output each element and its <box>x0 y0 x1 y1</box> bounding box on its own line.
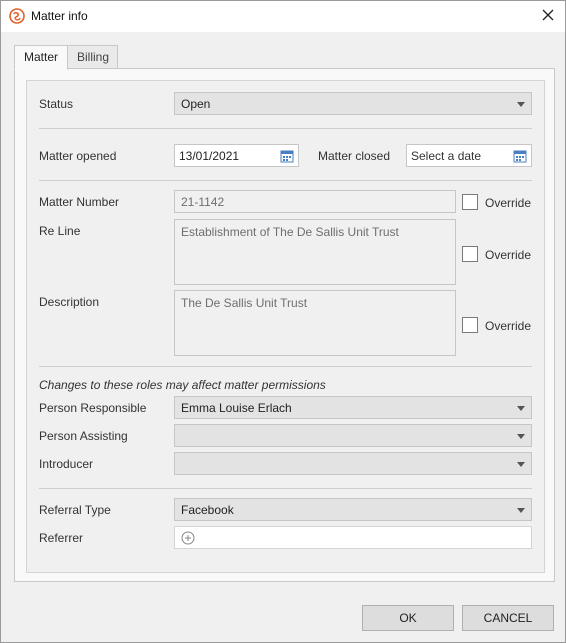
matter-number-label: Matter Number <box>39 195 120 209</box>
re-line-override-checkbox[interactable] <box>462 246 478 262</box>
referral-type-select[interactable]: Facebook <box>174 498 532 521</box>
divider <box>39 366 532 367</box>
referrer-field[interactable] <box>174 526 532 549</box>
divider <box>39 488 532 489</box>
person-assisting-label: Person Assisting <box>39 429 128 443</box>
re-line-value: Establishment of The De Sallis Unit Trus… <box>181 225 399 239</box>
calendar-icon[interactable] <box>513 149 527 163</box>
description-value: The De Sallis Unit Trust <box>181 296 308 310</box>
close-icon <box>542 9 554 24</box>
introducer-label: Introducer <box>39 457 94 471</box>
title-bar: Matter info <box>1 1 565 32</box>
matter-form: Status Open Matter opened 13/01/2021 Mat… <box>26 80 545 573</box>
description-override-checkbox[interactable] <box>462 317 478 333</box>
window-title: Matter info <box>31 9 88 23</box>
matter-closed-date-field[interactable]: Select a date <box>406 144 532 167</box>
divider <box>39 128 532 129</box>
divider <box>39 180 532 181</box>
matter-opened-label: Matter opened <box>39 149 117 163</box>
chevron-down-icon <box>517 102 525 107</box>
chevron-down-icon <box>517 508 525 513</box>
matter-closed-placeholder: Select a date <box>411 149 482 163</box>
chevron-down-icon <box>517 406 525 411</box>
smokeball-logo-icon <box>9 8 25 24</box>
status-label: Status <box>39 97 74 111</box>
tab-billing[interactable]: Billing <box>67 45 118 69</box>
matter-number-field: 21-1142 <box>174 190 456 213</box>
chevron-down-icon <box>517 434 525 439</box>
matter-number-override-label[interactable]: Override <box>485 196 531 210</box>
close-button[interactable] <box>531 1 565 32</box>
re-line-override-label[interactable]: Override <box>485 248 531 262</box>
referral-type-value: Facebook <box>181 503 234 517</box>
matter-closed-label: Matter closed <box>318 149 391 163</box>
matter-number-override-checkbox[interactable] <box>462 194 478 210</box>
re-line-field: Establishment of The De Sallis Unit Trus… <box>174 219 456 285</box>
re-line-label: Re Line <box>39 224 81 238</box>
calendar-icon[interactable] <box>280 149 294 163</box>
person-responsible-value: Emma Louise Erlach <box>181 401 292 415</box>
roles-permission-note: Changes to these roles may affect matter… <box>39 378 326 392</box>
matter-number-value: 21-1142 <box>181 195 225 209</box>
introducer-select[interactable] <box>174 452 532 475</box>
tab-matter[interactable]: Matter <box>14 45 68 70</box>
description-field: The De Sallis Unit Trust <box>174 290 456 356</box>
chevron-down-icon <box>517 462 525 467</box>
description-override-label[interactable]: Override <box>485 319 531 333</box>
person-assisting-select[interactable] <box>174 424 532 447</box>
matter-info-dialog: Matter info Matter Billing Status Open M… <box>0 0 566 643</box>
status-value: Open <box>181 97 211 111</box>
person-responsible-select[interactable]: Emma Louise Erlach <box>174 396 532 419</box>
matter-opened-date-field[interactable]: 13/01/2021 <box>174 144 299 167</box>
referrer-label: Referrer <box>39 531 84 545</box>
status-select[interactable]: Open <box>174 92 532 115</box>
cancel-button[interactable]: CANCEL <box>462 605 554 631</box>
referral-type-label: Referral Type <box>39 503 111 517</box>
matter-opened-value: 13/01/2021 <box>179 149 240 163</box>
person-responsible-label: Person Responsible <box>39 401 147 415</box>
description-label: Description <box>39 295 100 309</box>
add-circle-icon[interactable] <box>181 531 195 545</box>
ok-button[interactable]: OK <box>362 605 454 631</box>
tab-panel: Status Open Matter opened 13/01/2021 Mat… <box>14 68 555 582</box>
